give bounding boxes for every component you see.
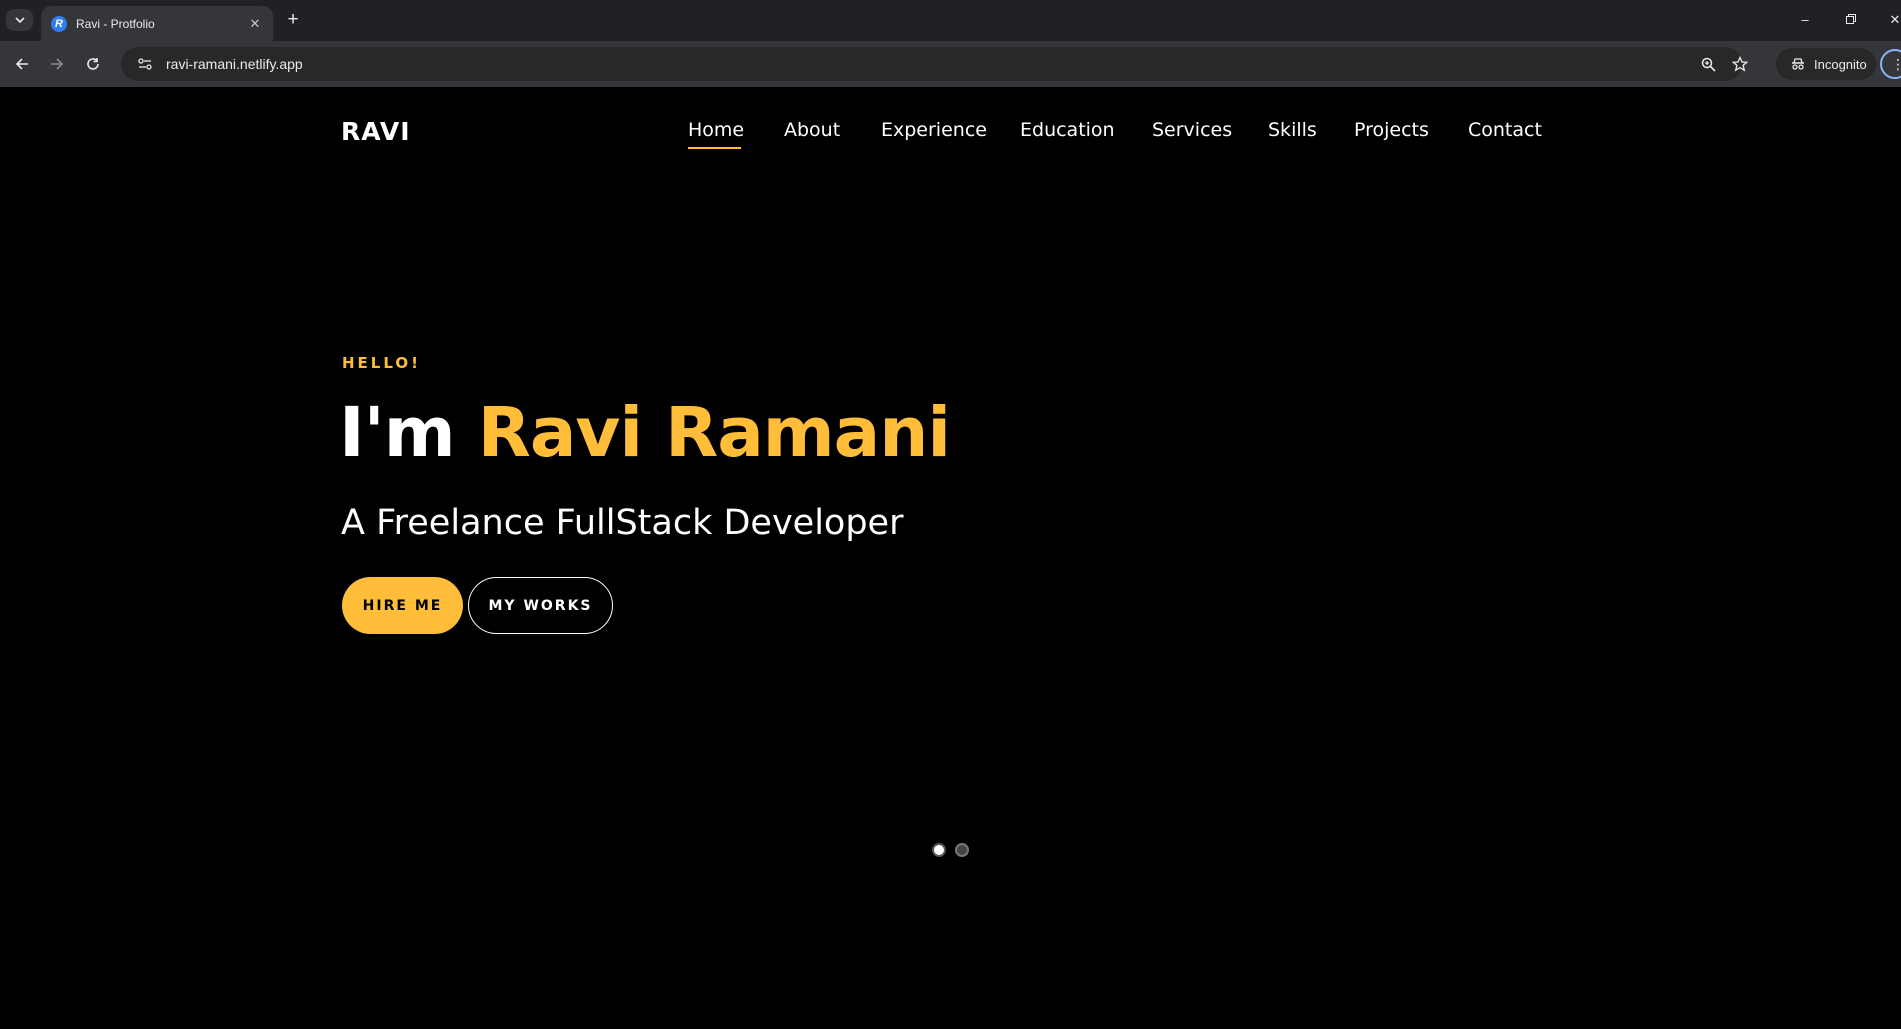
forward-arrow-icon[interactable] [46,53,68,75]
headline-name: Ravi Ramani [477,393,951,473]
zoom-icon[interactable] [1699,55,1717,73]
nav-link-home[interactable]: Home [688,119,744,141]
hire-me-button[interactable]: HIRE ME [342,577,463,634]
minimize-window-icon[interactable]: – [1795,10,1815,30]
hero-subtitle: A Freelance FullStack Developer [341,503,904,543]
nav-link-projects[interactable]: Projects [1354,119,1429,141]
url-text: ravi-ramani.netlify.app [166,56,303,72]
nav-link-experience[interactable]: Experience [881,119,987,141]
site-settings-icon[interactable] [135,54,155,74]
browser-tab-strip: R Ravi - Protfolio ✕ + – ✕ [0,0,1901,41]
bookmark-star-icon[interactable] [1731,55,1749,73]
incognito-indicator[interactable]: Incognito [1776,48,1876,80]
slider-dot-2[interactable] [955,843,969,857]
nav-link-contact[interactable]: Contact [1468,119,1542,141]
close-tab-icon[interactable]: ✕ [247,16,263,32]
slider-dot-1[interactable] [932,843,946,857]
restore-window-icon[interactable] [1841,10,1861,30]
slider-pagination [932,843,969,857]
browser-menu-button[interactable]: ⋮ [1880,49,1901,79]
site-favicon: R [51,15,67,32]
close-window-icon[interactable]: ✕ [1885,10,1901,30]
browser-tab[interactable]: R Ravi - Protfolio ✕ [41,6,273,41]
site-logo[interactable]: RAVI [341,117,411,146]
active-nav-underline [688,147,741,149]
hero-headline: I'm Ravi Ramani [339,392,951,475]
my-works-button[interactable]: MY WORKS [468,577,613,634]
address-bar[interactable]: ravi-ramani.netlify.app [121,47,1748,81]
nav-link-about[interactable]: About [784,119,840,141]
incognito-label: Incognito [1814,56,1867,72]
nav-link-education[interactable]: Education [1020,119,1115,141]
new-tab-button[interactable]: + [282,10,304,32]
nav-link-services[interactable]: Services [1152,119,1232,141]
chevron-down-icon [14,17,25,23]
hero-greeting: HELLO! [342,354,421,372]
more-vertical-icon: ⋮ [1891,56,1901,72]
reload-icon[interactable] [82,53,104,75]
incognito-icon [1790,58,1806,70]
tab-search-button[interactable] [6,9,33,31]
tab-title: Ravi - Protfolio [76,16,155,31]
headline-prefix: I'm [339,393,478,473]
back-arrow-icon[interactable] [11,53,33,75]
portfolio-page: RAVI Home About Experience Education Ser… [0,87,1901,1029]
nav-link-skills[interactable]: Skills [1268,119,1317,141]
browser-toolbar: ravi-ramani.netlify.app Incognito ⋮ [0,41,1901,87]
